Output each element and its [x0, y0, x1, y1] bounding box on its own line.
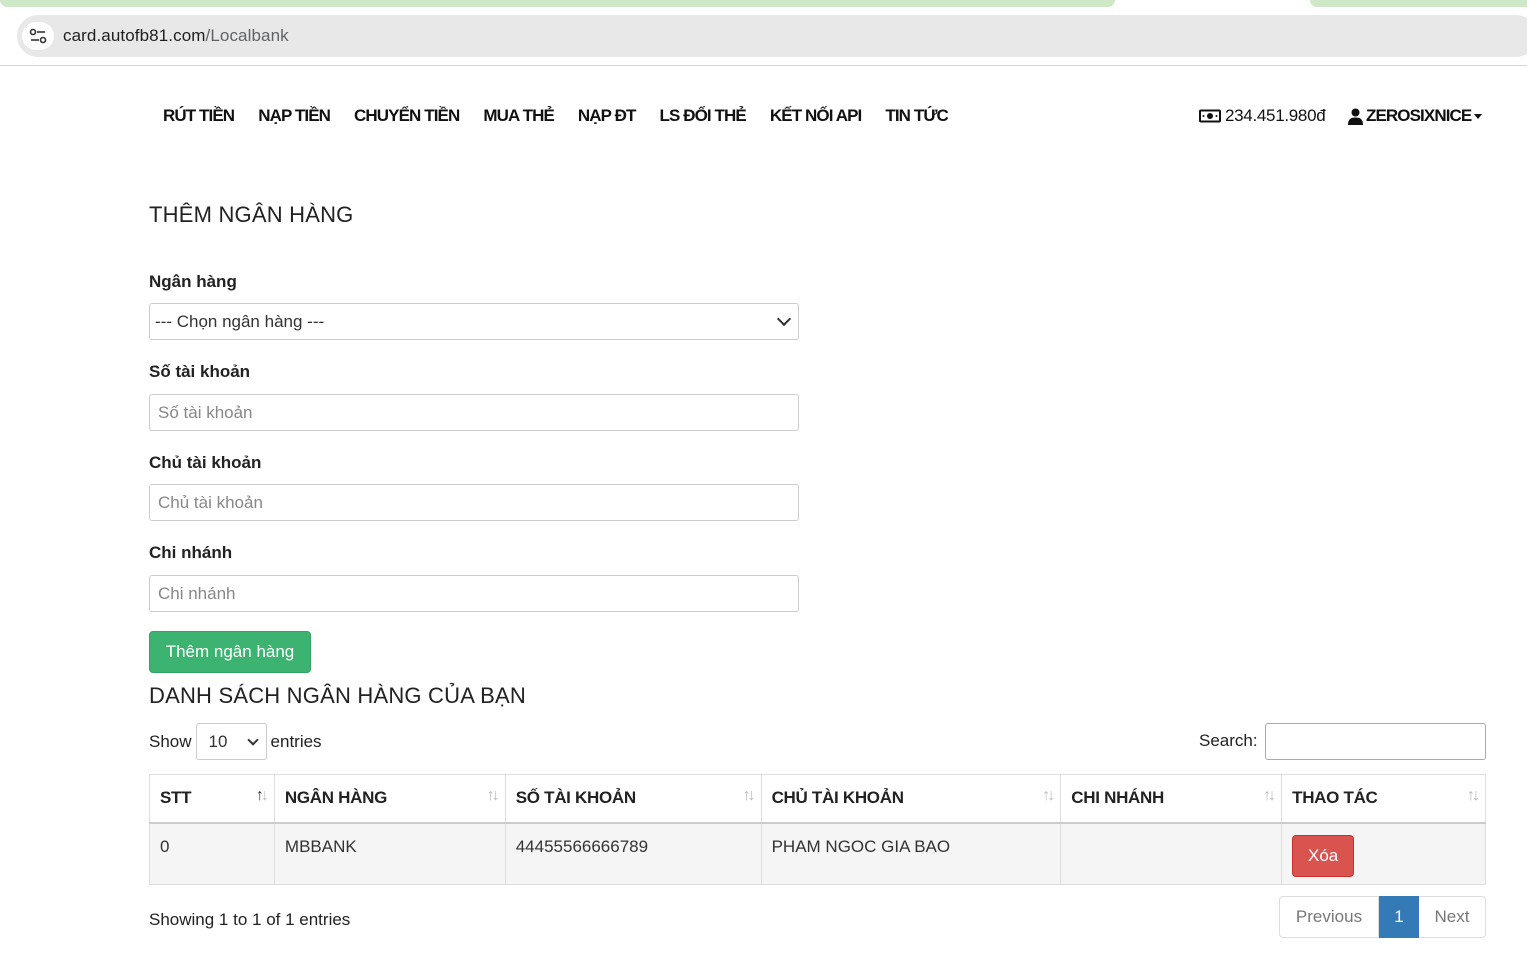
col-header-action[interactable]: THAO TÁC ↑↓ — [1281, 774, 1486, 824]
cell-stt: 0 — [149, 822, 275, 885]
previous-button[interactable]: Previous — [1279, 896, 1379, 938]
sort-icon: ↑↓ — [742, 787, 756, 804]
nav-item-topup-phone[interactable]: NẠP ĐT — [578, 106, 636, 130]
nav-item-buy-card[interactable]: MUA THẺ — [483, 106, 554, 130]
cell-account-no: 44455566666789 — [504, 822, 762, 885]
col-header-label: STT — [160, 788, 192, 808]
cell-bank: MBBANK — [273, 822, 506, 885]
add-bank-title: THÊM NGÂN HÀNG — [149, 202, 354, 227]
bank-select[interactable]: --- Chọn ngân hàng --- — [149, 303, 799, 340]
cell-branch — [1060, 822, 1283, 885]
col-header-stt[interactable]: STT ↑↓ — [149, 774, 275, 824]
page-1-button[interactable]: 1 — [1379, 896, 1419, 938]
url-path: /Localbank — [205, 26, 289, 45]
sort-icon: ↑↓ — [1263, 787, 1276, 804]
other-tab[interactable] — [1310, 0, 1527, 7]
next-button[interactable]: Next — [1419, 896, 1486, 938]
sort-icon: ↑↓ — [486, 787, 500, 804]
chevron-down-icon — [776, 311, 792, 327]
active-tab[interactable] — [0, 0, 1115, 7]
user-icon — [1348, 108, 1363, 125]
account-no-label: Số tài khoản — [149, 362, 251, 381]
col-header-label: SỐ TÀI KHOẢN — [515, 788, 636, 808]
nav-item-card-history[interactable]: LS ĐỔI THẺ — [659, 106, 746, 130]
page-length-value: 10 — [208, 731, 228, 751]
add-bank-button[interactable]: Thêm ngân hàng — [149, 631, 311, 673]
col-header-label: CHI NHÁNH — [1071, 788, 1164, 808]
bank-select-value: --- Chọn ngân hàng --- — [155, 311, 325, 331]
money-icon — [1199, 109, 1221, 123]
col-header-label: THAO TÁC — [1292, 788, 1378, 808]
table-header-row: STT ↑↓ NGÂN HÀNG ↑↓ SỐ TÀI KHOẢN ↑↓ CHỦ TÀI… — [149, 774, 1486, 824]
account-no-input[interactable] — [149, 394, 799, 431]
pagination: Previous 1 Next — [1279, 896, 1486, 938]
page-length-control: Show 10 entries — [149, 723, 322, 760]
sort-icon: ↑↓ — [1042, 787, 1055, 804]
table-row: 0 MBBANK 44455566666789 PHAM NGOC GIA BA… — [149, 822, 1486, 885]
col-header-bank[interactable]: NGÂN HÀNG ↑↓ — [273, 774, 506, 824]
show-label: Show — [149, 731, 192, 751]
bank-list-title: DANH SÁCH NGÂN HÀNG CỦA BẠN — [149, 683, 527, 708]
cell-action: Xóa — [1281, 822, 1486, 885]
branch-label: Chi nhánh — [149, 543, 233, 562]
search-label: Search: — [1199, 731, 1258, 750]
chevron-down-icon — [246, 733, 259, 746]
chevron-down-icon — [1474, 113, 1483, 119]
sort-icon: ↑↓ — [1467, 787, 1480, 804]
url-host: card.autofb81.com — [63, 26, 206, 45]
nav-item-news[interactable]: TIN TỨC — [885, 106, 948, 130]
branch-input[interactable] — [149, 575, 799, 612]
table-info: Showing 1 to 1 of 1 entries — [149, 910, 351, 929]
bank-label: Ngân hàng — [149, 272, 237, 291]
nav-item-transfer[interactable]: CHUYỂN TIỀN — [354, 106, 460, 130]
tab-strip — [0, 0, 1527, 8]
entries-label: entries — [270, 731, 322, 751]
main-nav: RÚT TIỀN NẠP TIỀN CHUYỂN TIỀN MUA THẺ NẠ… — [163, 106, 972, 130]
balance-amount: 234.451.980đ — [1225, 106, 1326, 125]
nav-item-api[interactable]: KẾT NỐI API — [770, 106, 862, 130]
owner-label: Chủ tài khoản — [149, 453, 262, 472]
bank-table: STT ↑↓ NGÂN HÀNG ↑↓ SỐ TÀI KHOẢN ↑↓ CHỦ TÀI… — [149, 774, 1486, 885]
url-text[interactable]: card.autofb81.com/Localbank — [63, 26, 289, 46]
site-info-icon[interactable] — [22, 22, 54, 50]
delete-button[interactable]: Xóa — [1292, 834, 1355, 877]
search-input[interactable] — [1265, 723, 1486, 760]
col-header-label: CHỦ TÀI KHOẢN — [771, 788, 904, 808]
balance-display[interactable]: 234.451.980đ — [1199, 106, 1326, 126]
col-header-owner[interactable]: CHỦ TÀI KHOẢN ↑↓ — [760, 774, 1062, 824]
col-header-label: NGÂN HÀNG — [284, 788, 388, 808]
user-menu[interactable]: ZEROSIXNICE — [1348, 106, 1483, 126]
nav-item-withdraw[interactable]: RÚT TIỀN — [163, 106, 235, 130]
page-length-select[interactable]: 10 — [195, 723, 267, 760]
col-header-branch[interactable]: CHI NHÁNH ↑↓ — [1060, 774, 1283, 824]
nav-item-deposit[interactable]: NẠP TIỀN — [258, 106, 331, 130]
cell-owner: PHAM NGOC GIA BAO — [760, 822, 1062, 885]
col-header-account-no[interactable]: SỐ TÀI KHOẢN ↑↓ — [504, 774, 762, 824]
sort-asc-icon: ↑↓ — [255, 787, 269, 804]
owner-input[interactable] — [149, 484, 799, 521]
username: ZEROSIXNICE — [1366, 106, 1472, 125]
chrome-divider — [0, 65, 1527, 66]
